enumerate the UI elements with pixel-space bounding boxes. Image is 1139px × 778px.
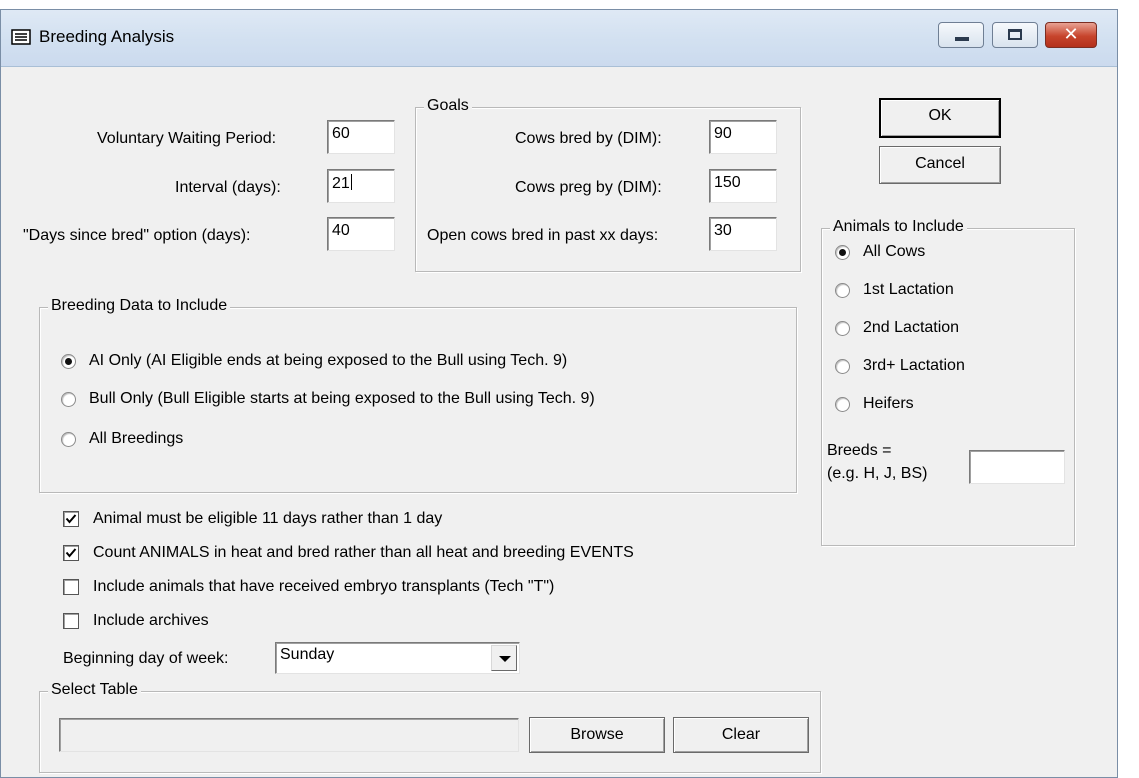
interval-value: 21 xyxy=(332,175,350,192)
radio-all-breedings[interactable] xyxy=(61,432,76,447)
app-list-icon xyxy=(11,29,31,45)
chevron-down-icon xyxy=(499,656,511,662)
checkmark-icon xyxy=(65,514,77,524)
select-table-legend: Select Table xyxy=(48,681,141,699)
cows-preg-input[interactable]: 150 xyxy=(709,169,777,203)
checkmark-icon xyxy=(65,548,77,558)
ai-only-label: AI Only (AI Eligible ends at being expos… xyxy=(89,352,568,369)
title-bar: Breeding Analysis ✕ xyxy=(1,10,1117,67)
open-cows-label: Open cows bred in past xx days: xyxy=(427,227,659,244)
breeding-data-legend: Breeding Data to Include xyxy=(48,297,231,315)
days-since-bred-input[interactable]: 40 xyxy=(327,217,395,251)
text-caret xyxy=(350,174,352,190)
interval-input[interactable]: 21 xyxy=(327,169,395,203)
count-animals-label: Count ANIMALS in heat and bred rather th… xyxy=(93,544,634,561)
table-path-field xyxy=(59,718,519,752)
all-breedings-label: All Breedings xyxy=(89,430,184,447)
include-archives-label: Include archives xyxy=(93,612,209,629)
radio-1st-lactation[interactable] xyxy=(835,283,850,298)
browse-button[interactable]: Browse xyxy=(529,717,665,753)
window-title: Breeding Analysis xyxy=(39,27,175,46)
radio-2nd-lactation[interactable] xyxy=(835,321,850,336)
dialog-body: Voluntary Waiting Period: 60 Interval (d… xyxy=(1,67,1117,777)
clear-button[interactable]: Clear xyxy=(673,717,809,753)
breeds-label: Breeds = xyxy=(827,442,892,459)
minimize-button[interactable] xyxy=(938,22,984,48)
ok-button[interactable]: OK xyxy=(879,98,1001,138)
3rd-lactation-label: 3rd+ Lactation xyxy=(863,357,965,374)
embryo-transplants-label: Include animals that have received embry… xyxy=(93,578,555,595)
bull-only-label: Bull Only (Bull Eligible starts at being… xyxy=(89,390,595,407)
close-button[interactable]: ✕ xyxy=(1045,22,1097,48)
week-start-label: Beginning day of week: xyxy=(63,650,229,667)
cows-bred-label: Cows bred by (DIM): xyxy=(515,130,662,147)
breeds-input[interactable] xyxy=(969,450,1065,484)
eligible-11-days-checkbox[interactable] xyxy=(63,511,79,527)
maximize-icon xyxy=(1008,29,1022,40)
breeding-analysis-window: Breeding Analysis ✕ Voluntary Waiting Pe… xyxy=(0,9,1118,778)
vwp-input[interactable]: 60 xyxy=(327,120,395,154)
radio-heifers[interactable] xyxy=(835,397,850,412)
eligible-11-days-label: Animal must be eligible 11 days rather t… xyxy=(93,510,443,527)
maximize-button[interactable] xyxy=(992,22,1038,48)
radio-ai-only[interactable] xyxy=(61,354,76,369)
interval-label: Interval (days): xyxy=(175,179,281,196)
minimize-icon xyxy=(955,37,969,41)
week-start-select[interactable]: Sunday xyxy=(275,642,520,674)
days-since-bred-label: "Days since bred" option (days): xyxy=(23,227,251,244)
goals-legend: Goals xyxy=(424,97,472,115)
breeds-example-label: (e.g. H, J, BS) xyxy=(827,465,928,482)
animals-group: Animals to Include xyxy=(821,218,1075,546)
dropdown-button[interactable] xyxy=(491,645,517,671)
animals-legend: Animals to Include xyxy=(830,218,967,236)
radio-selected-dot xyxy=(65,358,72,365)
cows-bred-input[interactable]: 90 xyxy=(709,120,777,154)
radio-bull-only[interactable] xyxy=(61,392,76,407)
count-animals-checkbox[interactable] xyxy=(63,545,79,561)
1st-lactation-label: 1st Lactation xyxy=(863,281,954,298)
open-cows-input[interactable]: 30 xyxy=(709,217,777,251)
include-archives-checkbox[interactable] xyxy=(63,613,79,629)
close-icon: ✕ xyxy=(1063,24,1079,45)
week-start-value: Sunday xyxy=(280,646,335,663)
all-cows-label: All Cows xyxy=(863,243,926,260)
radio-selected-dot xyxy=(839,249,846,256)
embryo-transplants-checkbox[interactable] xyxy=(63,579,79,595)
radio-all-cows[interactable] xyxy=(835,245,850,260)
radio-3rd-lactation[interactable] xyxy=(835,359,850,374)
vwp-label: Voluntary Waiting Period: xyxy=(97,130,277,147)
cows-preg-label: Cows preg by (DIM): xyxy=(515,179,662,196)
heifers-label: Heifers xyxy=(863,395,914,412)
2nd-lactation-label: 2nd Lactation xyxy=(863,319,960,336)
cancel-button[interactable]: Cancel xyxy=(879,146,1001,184)
